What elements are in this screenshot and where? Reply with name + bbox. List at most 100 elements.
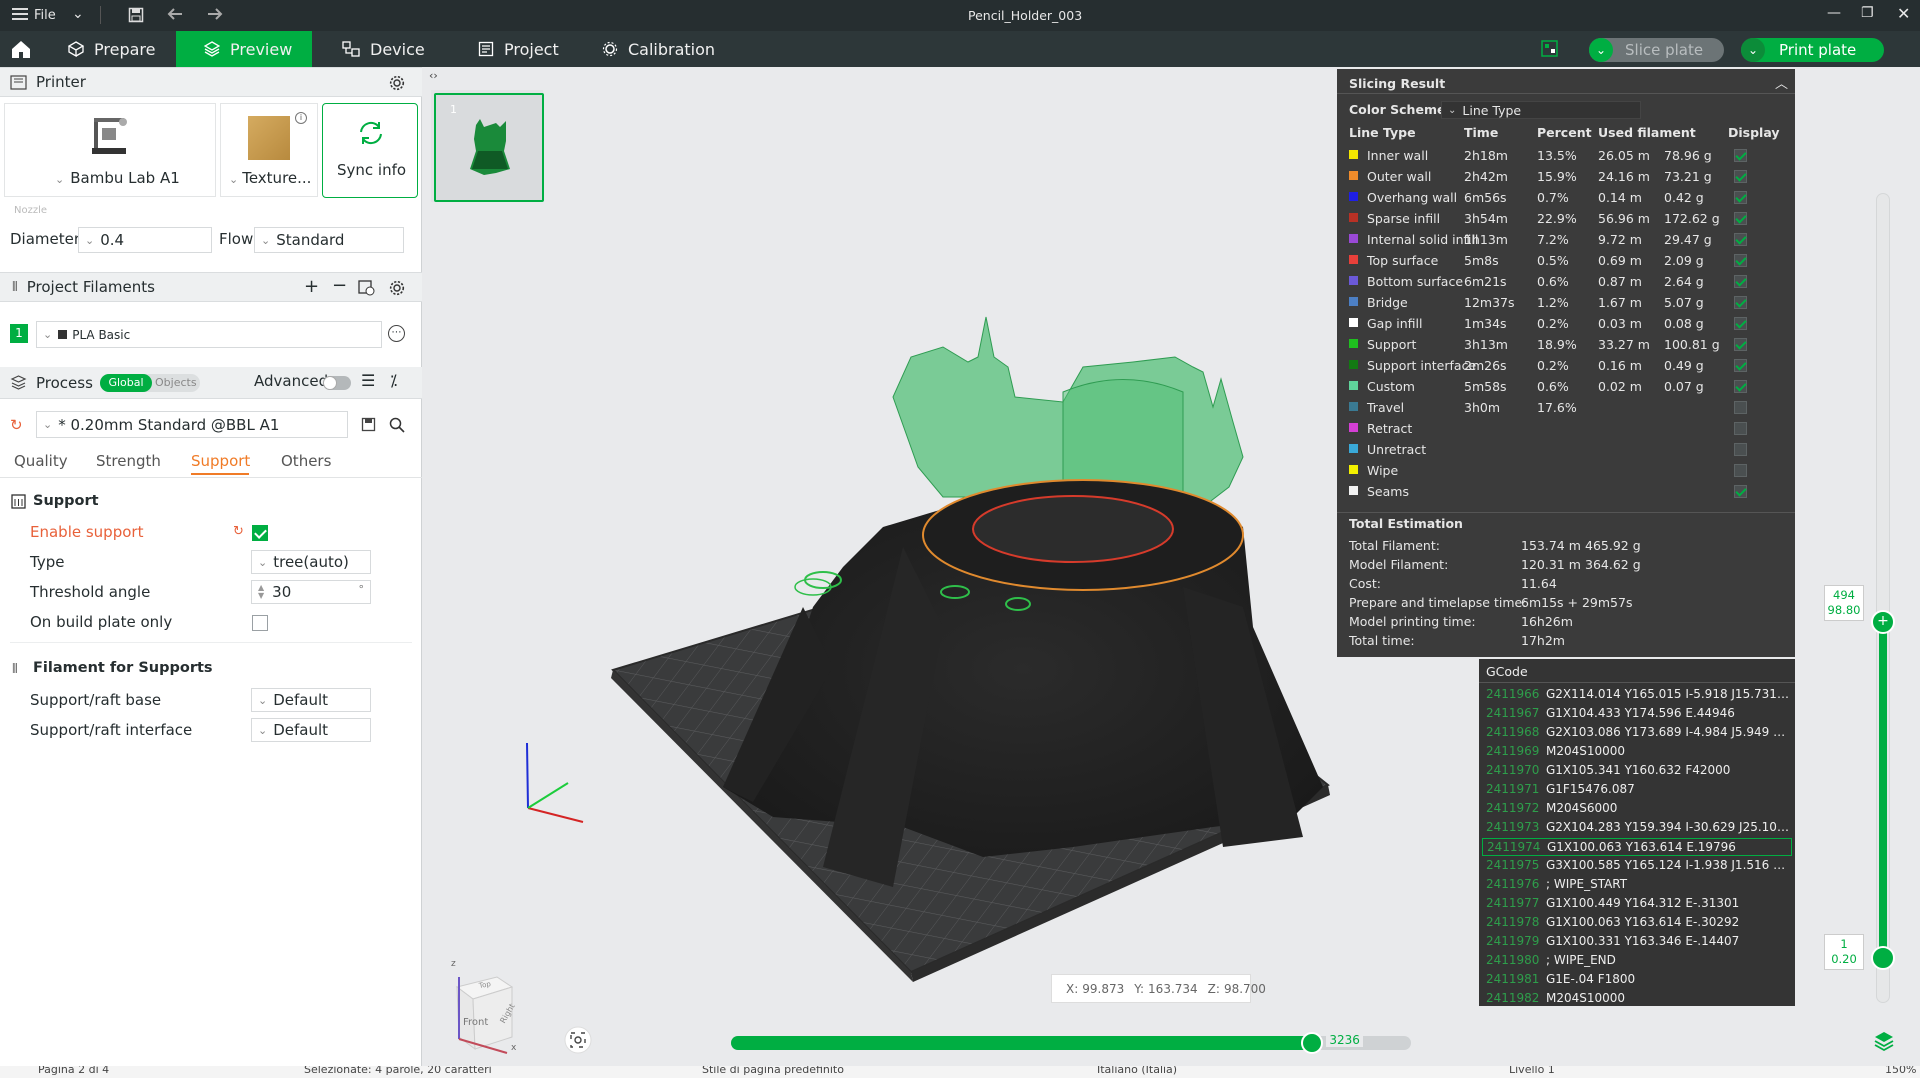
print-dropdown-chevron-icon[interactable]: ⌄	[1741, 38, 1765, 62]
gcode-line[interactable]: 2411969 M204S10000	[1482, 743, 1792, 761]
line-type-display-checkbox[interactable]	[1734, 317, 1747, 330]
restore-icon[interactable]: ❐	[1861, 5, 1874, 21]
color-scheme-select[interactable]: ⌄ Line Type	[1441, 101, 1641, 119]
printer-card[interactable]: ⌄ Bambu Lab A1	[4, 103, 216, 197]
gcode-line[interactable]: 2411974 G1X100.063 Y163.614 E.19796	[1482, 838, 1792, 856]
process-compare-icon[interactable]: ⁒	[390, 371, 397, 390]
close-icon[interactable]: ✕	[1897, 4, 1910, 23]
line-type-display-checkbox[interactable]	[1734, 149, 1747, 162]
home-icon[interactable]	[10, 39, 32, 59]
filament-more-icon[interactable]: ⋯	[388, 325, 405, 342]
reset-enable-support-icon[interactable]: ↻	[233, 524, 244, 539]
gcode-line[interactable]: 2411981 G1E-.04 F1800	[1482, 971, 1792, 989]
line-type-display-checkbox[interactable]	[1734, 296, 1747, 309]
remove-filament-icon[interactable]: −	[332, 275, 347, 296]
filament-slot-badge[interactable]: 1	[10, 324, 28, 343]
tab-preview[interactable]: Preview	[176, 31, 312, 67]
flow-select[interactable]: ⌄ Standard	[254, 227, 404, 253]
save-preset-icon[interactable]	[361, 417, 376, 432]
hamburger-menu-icon[interactable]	[12, 7, 28, 21]
gcode-line[interactable]: 2411970 G1X105.341 Y160.632 F42000	[1482, 762, 1792, 780]
line-type-display-checkbox[interactable]	[1734, 212, 1747, 225]
advanced-switch[interactable]	[323, 376, 351, 390]
undo-icon[interactable]	[167, 7, 185, 23]
gcode-line[interactable]: 2411975 G3X100.585 Y165.124 I-1.938 J1.51…	[1482, 857, 1792, 875]
gcode-line[interactable]: 2411972 M204S6000	[1482, 800, 1792, 818]
line-type-display-checkbox[interactable]	[1734, 233, 1747, 246]
line-type-display-checkbox[interactable]	[1734, 359, 1747, 372]
plate-layout-icon[interactable]	[1541, 40, 1558, 57]
layer-slider-bottom-thumb[interactable]	[1871, 946, 1895, 970]
layer-slider-track[interactable]: +	[1871, 193, 1895, 1003]
printer-settings-gear-icon[interactable]	[389, 75, 405, 91]
view-cube[interactable]: z x Top Front Right	[437, 957, 527, 1057]
line-type-display-checkbox[interactable]	[1734, 275, 1747, 288]
redo-icon[interactable]	[205, 7, 223, 23]
camera-fit-icon[interactable]	[564, 1026, 592, 1054]
move-slider-track[interactable]: 3236	[731, 1032, 1411, 1054]
build-plate-only-checkbox[interactable]	[252, 615, 268, 631]
build-plate-selector[interactable]: ⌄ Texture...	[227, 169, 311, 187]
line-type-display-checkbox[interactable]	[1734, 191, 1747, 204]
gcode-line[interactable]: 2411977 G1X100.449 Y164.312 E-.31301	[1482, 895, 1792, 913]
file-menu[interactable]: File	[34, 8, 56, 23]
support-raft-base-select[interactable]: ⌄ Default	[251, 688, 371, 712]
gcode-line[interactable]: 2411980 ; WIPE_END	[1482, 952, 1792, 970]
process-preset-select[interactable]: ⌄ * 0.20mm Standard @BBL A1	[36, 411, 348, 438]
slice-plate-button[interactable]: ⌄ Slice plate	[1589, 38, 1724, 62]
gcode-line[interactable]: 2411971 G1F15476.087	[1482, 781, 1792, 799]
gcode-line[interactable]: 2411978 G1X100.063 Y163.614 E-.30292	[1482, 914, 1792, 932]
tab-prepare[interactable]: Prepare	[56, 31, 176, 67]
line-type-display-checkbox[interactable]	[1734, 338, 1747, 351]
tab-project[interactable]: Project	[478, 31, 608, 67]
line-type-display-checkbox[interactable]	[1734, 464, 1747, 477]
line-type-display-checkbox[interactable]	[1734, 485, 1747, 498]
support-raft-interface-select[interactable]: ⌄ Default	[251, 718, 371, 742]
build-plate-card[interactable]: i ⌄ Texture...	[220, 103, 318, 197]
slice-dropdown-chevron-icon[interactable]: ⌄	[1589, 38, 1613, 62]
gcode-line[interactable]: 2411982 M204S10000	[1482, 990, 1792, 1006]
threshold-angle-stepper[interactable]: ▲ ▼ 30 °	[251, 580, 371, 604]
gcode-line[interactable]: 2411968 G2X103.086 Y173.689 I-4.984 J5.94…	[1482, 724, 1792, 742]
tab-strength[interactable]: Strength	[96, 452, 161, 470]
reset-preset-icon[interactable]: ↻	[10, 416, 23, 434]
tab-device[interactable]: Device	[342, 31, 462, 67]
line-type-display-checkbox[interactable]	[1734, 401, 1747, 414]
global-objects-toggle[interactable]: Global Objects	[100, 374, 200, 392]
line-type-display-checkbox[interactable]	[1734, 422, 1747, 435]
gcode-line[interactable]: 2411973 G2X104.283 Y159.394 I-30.629 J25.…	[1482, 819, 1792, 837]
add-filament-icon[interactable]: +	[304, 276, 319, 297]
diameter-select[interactable]: ⌄ 0.4	[78, 227, 212, 253]
support-type-select[interactable]: ⌄ tree(auto)	[251, 550, 371, 574]
tab-support[interactable]: Support	[191, 452, 250, 470]
line-type-display-checkbox[interactable]	[1734, 380, 1747, 393]
toggle-objects[interactable]: Objects	[155, 374, 197, 392]
line-type-display-checkbox[interactable]	[1734, 170, 1747, 183]
minimize-icon[interactable]: —	[1827, 5, 1841, 21]
gcode-line[interactable]: 2411976 ; WIPE_START	[1482, 876, 1792, 894]
tab-calibration[interactable]: Calibration	[602, 31, 752, 67]
file-menu-chevron-icon[interactable]: ⌄	[72, 6, 84, 22]
filament-sync-icon[interactable]	[358, 280, 375, 296]
print-plate-button[interactable]: ⌄ Print plate	[1741, 38, 1884, 62]
line-type-display-checkbox[interactable]	[1734, 254, 1747, 267]
enable-support-checkbox[interactable]	[252, 525, 268, 541]
gcode-line[interactable]: 2411967 G1X104.433 Y174.596 E.44946	[1482, 705, 1792, 723]
tab-quality[interactable]: Quality	[14, 452, 68, 470]
filament-select[interactable]: ⌄ PLA Basic	[36, 321, 382, 348]
printer-selector[interactable]: ⌄ Bambu Lab A1	[49, 169, 180, 187]
sync-info-button[interactable]: Sync info	[322, 103, 418, 198]
filament-settings-gear-icon[interactable]	[389, 280, 405, 296]
layers-toggle-icon[interactable]	[1873, 1030, 1895, 1052]
save-icon[interactable]	[128, 7, 144, 23]
stepper-arrows-icon[interactable]: ▲ ▼	[258, 584, 264, 600]
gcode-line[interactable]: 2411966 G2X114.014 Y165.015 I-5.918 J15.7…	[1482, 686, 1792, 704]
collapse-panel-icon[interactable]: ︿	[1775, 73, 1788, 92]
gcode-line[interactable]: 2411979 G1X100.331 Y163.346 E-.14407	[1482, 933, 1792, 951]
layer-slider-top-thumb[interactable]: +	[1871, 610, 1895, 634]
plate-info-icon[interactable]: i	[295, 112, 307, 124]
tab-others[interactable]: Others	[281, 452, 331, 470]
search-settings-icon[interactable]	[389, 417, 405, 433]
toggle-global[interactable]: Global	[100, 374, 152, 392]
line-type-display-checkbox[interactable]	[1734, 443, 1747, 456]
